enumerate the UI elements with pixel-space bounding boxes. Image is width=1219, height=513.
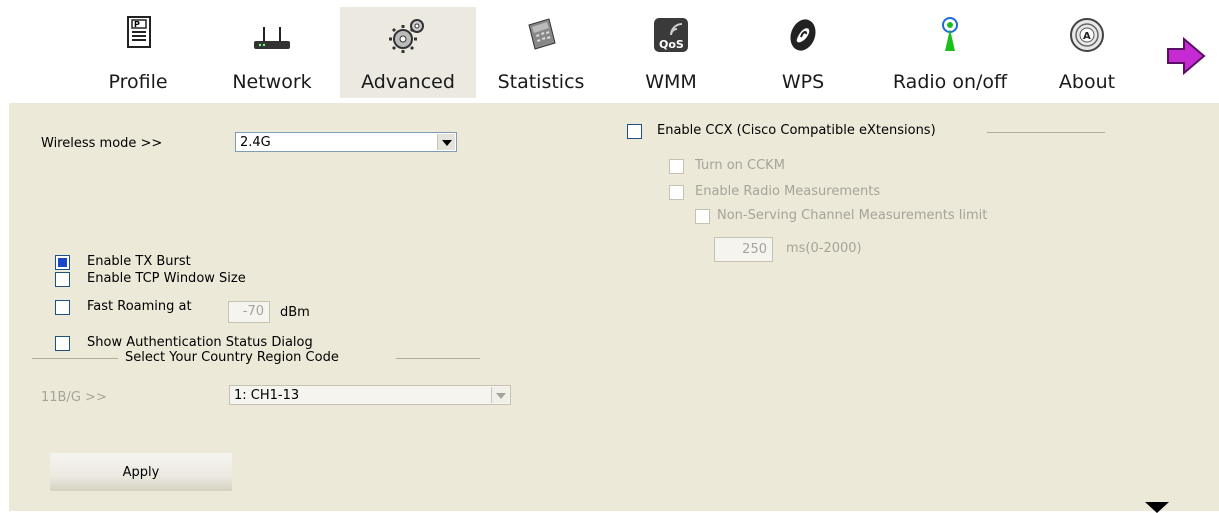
profile-icon: P: [127, 16, 151, 48]
country-region-select[interactable]: 1: CH1-13: [229, 385, 511, 405]
group-divider: [396, 358, 480, 359]
tab-label: WPS: [781, 71, 825, 93]
svg-text:QoS: QoS: [659, 38, 684, 51]
tab-wmm[interactable]: QoS WMM: [606, 7, 736, 98]
tab-label: Network: [232, 71, 312, 93]
tcp-window-checkbox[interactable]: [55, 272, 70, 287]
svg-text:A: A: [1083, 31, 1091, 42]
radio-measurements-checkbox[interactable]: [669, 185, 684, 200]
scroll-down-arrow-icon[interactable]: [1131, 498, 1181, 513]
tab-statistics[interactable]: Statistics: [476, 7, 606, 98]
next-page-arrow-icon[interactable]: [1164, 36, 1208, 76]
wireless-mode-select[interactable]: 2.4G: [235, 132, 457, 152]
radio-antenna-icon: [942, 17, 958, 51]
tcp-window-label: Enable TCP Window Size: [87, 271, 246, 286]
group-divider: [987, 132, 1105, 133]
auth-dialog-checkbox[interactable]: [55, 336, 70, 351]
cckm-label: Turn on CCKM: [695, 158, 785, 173]
measurement-limit-unit: ms(0-2000): [786, 241, 862, 256]
tab-about[interactable]: A About: [1030, 7, 1144, 98]
apply-button[interactable]: Apply: [50, 453, 232, 491]
tab-network[interactable]: Network: [204, 7, 340, 98]
about-icon: A: [1070, 18, 1104, 52]
fast-roaming-label: Fast Roaming at: [87, 299, 192, 314]
tab-wps[interactable]: WPS: [736, 7, 870, 98]
country-region-value: 1: CH1-13: [234, 388, 300, 403]
tab-profile[interactable]: P Profile: [72, 7, 204, 98]
svg-text:P: P: [134, 20, 140, 29]
wps-icon: [790, 19, 816, 51]
country-group-title: Select Your Country Region Code: [125, 350, 339, 365]
network-router-icon: [254, 27, 290, 49]
auth-dialog-label: Show Authentication Status Dialog: [87, 335, 313, 350]
tab-label: Profile: [108, 71, 168, 93]
tab-radio-on-off[interactable]: Radio on/off: [870, 7, 1030, 98]
tab-label: Statistics: [497, 71, 585, 93]
toolbar: P Profile Network Advanced Statistics Qo…: [0, 0, 1219, 103]
advanced-settings-panel: Wireless mode >> 2.4G Enable TX Burst En…: [9, 103, 1219, 511]
tab-label: About: [1058, 71, 1116, 93]
ccx-checkbox[interactable]: [627, 124, 642, 139]
non-serving-label: Non-Serving Channel Measurements limit: [717, 208, 988, 223]
fast-roaming-value-field[interactable]: -70: [228, 301, 270, 323]
fast-roaming-checkbox[interactable]: [55, 300, 70, 315]
tx-burst-label: Enable TX Burst: [87, 254, 191, 269]
tab-advanced[interactable]: Advanced: [340, 7, 476, 98]
chevron-down-icon[interactable]: [437, 134, 455, 150]
fast-roaming-unit: dBm: [280, 305, 310, 320]
tx-burst-checkbox[interactable]: [55, 255, 70, 270]
ccx-label: Enable CCX (Cisco Compatible eXtensions): [657, 123, 936, 138]
measurement-limit-field[interactable]: 250: [714, 237, 773, 262]
non-serving-checkbox[interactable]: [695, 209, 710, 224]
advanced-gears-icon: [389, 19, 424, 53]
statistics-calculator-icon: [528, 18, 556, 50]
wireless-mode-value: 2.4G: [240, 135, 271, 150]
tab-label: Radio on/off: [892, 71, 1008, 93]
wireless-mode-label: Wireless mode >>: [41, 136, 163, 151]
tab-label: Advanced: [361, 71, 455, 93]
cckm-checkbox[interactable]: [669, 159, 684, 174]
country-label: 11B/G >>: [41, 390, 107, 405]
tab-label: WMM: [645, 71, 697, 93]
group-divider: [32, 358, 118, 359]
wmm-qos-icon: QoS: [654, 18, 688, 52]
chevron-down-icon[interactable]: [491, 387, 509, 403]
radio-measurements-label: Enable Radio Measurements: [695, 184, 881, 199]
